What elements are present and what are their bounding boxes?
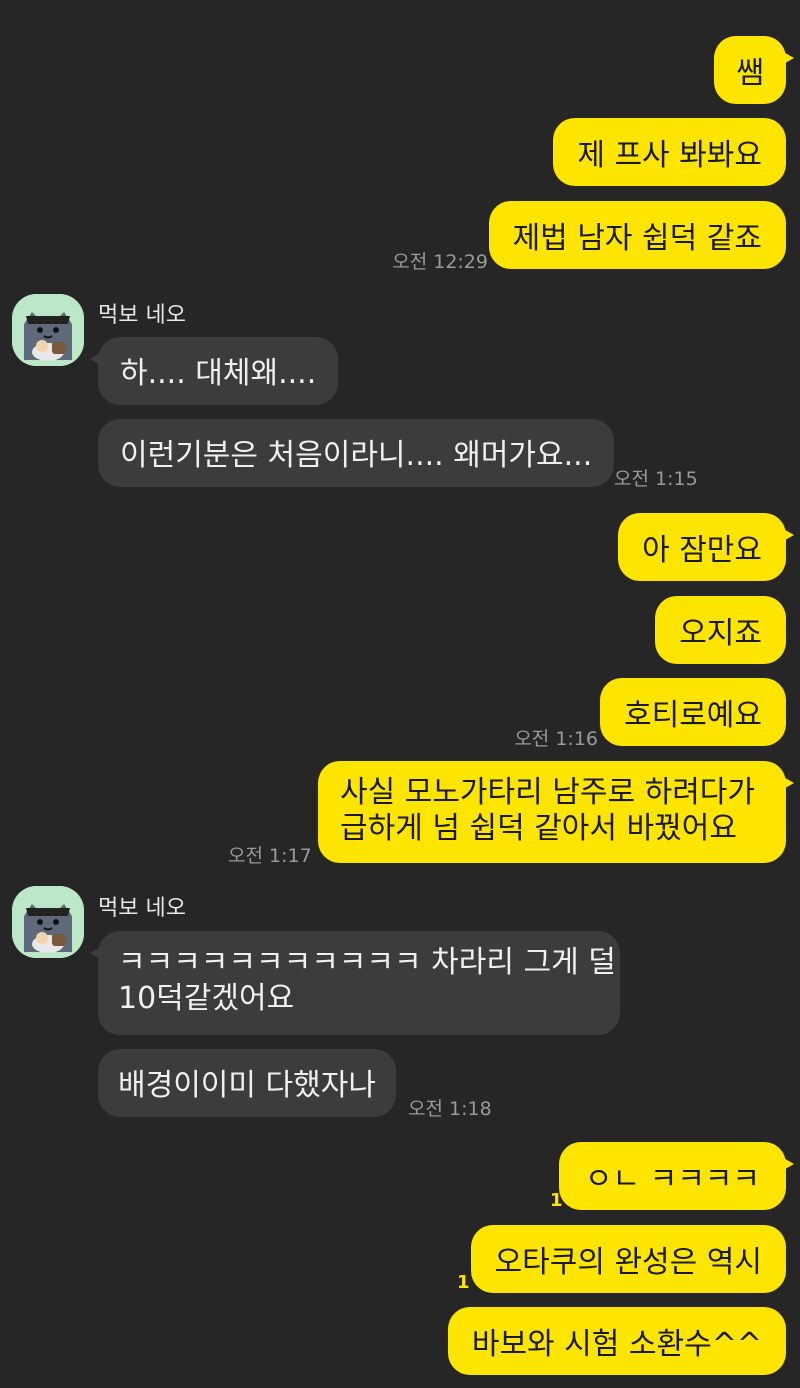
cat-character-avatar-icon <box>12 294 84 366</box>
my-message-bubble[interactable]: 호티로예요 <box>600 678 786 746</box>
my-message-bubble[interactable]: 오타쿠의 완성은 역시 <box>470 1225 786 1293</box>
message-text: 하.... 대체왜.... <box>120 356 317 391</box>
timestamp: 오전 1:15 <box>614 468 698 490</box>
message-text: ㅇㄴ ㅋㅋㅋㅋ <box>584 1162 760 1197</box>
avatar[interactable] <box>12 294 84 366</box>
my-message-bubble[interactable]: 제법 남자 쉽덕 같죠 <box>488 201 786 269</box>
message-text: 배경이이미 다했자나 <box>118 1068 376 1103</box>
unread-count-badge: 1 <box>457 1354 470 1375</box>
unread-count-badge: 1 <box>457 1272 470 1293</box>
other-message-bubble[interactable]: 하.... 대체왜.... <box>89 337 339 405</box>
message-text: 바보와 시험 소환수^^ <box>471 1327 762 1362</box>
my-message-bubble[interactable]: 바보와 시험 소환수^^ <box>447 1307 786 1375</box>
message-text: 오타쿠의 완성은 역시 <box>494 1245 762 1280</box>
timestamp: 오전 1:18 <box>408 1098 492 1120</box>
message-text: 호티로예요 <box>624 698 762 733</box>
message-text: 쌤 <box>736 56 764 91</box>
my-message-bubble[interactable]: 아 잠만요 <box>618 513 794 581</box>
message-text: 아 잠만요 <box>642 533 762 568</box>
sender-name: 먹보 네오 <box>98 303 186 328</box>
other-message-bubble[interactable]: 이런기분은 처음이라니.... 왜머가요... <box>98 419 615 487</box>
cat-character-avatar-icon <box>12 886 84 958</box>
timestamp: 오전 12:29 <box>392 251 488 273</box>
message-text-line: 사실 모노가타리 남주로 하려다가 <box>340 775 756 810</box>
my-message-bubble[interactable]: 쌤 <box>714 36 794 104</box>
my-message-bubble[interactable]: 사실 모노가타리 남주로 하려다가 급하게 넘 쉽덕 같아서 바꿨어요 <box>318 761 794 863</box>
chat-screen[interactable]: 쌤 제 프사 봐봐요 제법 남자 쉽덕 같죠 오전 12:29 먹보 네오 하.… <box>0 0 800 1388</box>
message-text: 제 프사 봐봐요 <box>577 138 762 173</box>
avatar[interactable] <box>12 886 84 958</box>
my-message-bubble[interactable]: 오지죠 <box>655 596 786 664</box>
message-text-line: 10덕같겠어요 <box>118 981 295 1016</box>
message-text: 제법 남자 쉽덕 같죠 <box>512 221 762 256</box>
unread-count-badge: 1 <box>550 1190 563 1211</box>
timestamp: 오전 1:16 <box>514 728 598 750</box>
message-text-line: ㅋㅋㅋㅋㅋㅋㅋㅋㅋㅋㅋ 차라리 그게 덜 <box>118 945 616 980</box>
message-text: 이런기분은 처음이라니.... 왜머가요... <box>120 438 593 473</box>
timestamp: 오전 1:17 <box>228 845 312 867</box>
my-message-bubble[interactable]: ㅇㄴ ㅋㅋㅋㅋ <box>558 1142 795 1210</box>
message-text: 오지죠 <box>679 616 762 651</box>
sender-name: 먹보 네오 <box>98 896 186 921</box>
other-message-bubble[interactable]: 배경이이미 다했자나 <box>98 1049 396 1117</box>
my-message-bubble[interactable]: 제 프사 봐봐요 <box>553 118 786 186</box>
message-text-line: 급하게 넘 쉽덕 같아서 바꿨어요 <box>340 811 737 846</box>
other-message-bubble[interactable]: ㅋㅋㅋㅋㅋㅋㅋㅋㅋㅋㅋ 차라리 그게 덜 10덕같겠어요 <box>90 931 620 1035</box>
